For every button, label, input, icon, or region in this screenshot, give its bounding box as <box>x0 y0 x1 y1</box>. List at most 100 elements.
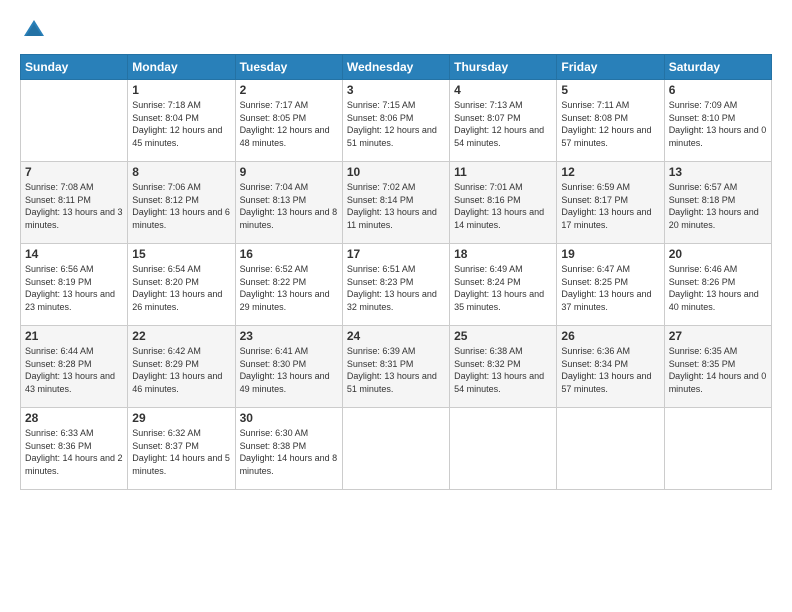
day-number: 24 <box>347 329 445 343</box>
day-number: 20 <box>669 247 767 261</box>
day-number: 29 <box>132 411 230 425</box>
day-number: 14 <box>25 247 123 261</box>
day-cell <box>450 408 557 490</box>
day-cell: 2 Sunrise: 7:17 AMSunset: 8:05 PMDaylight… <box>235 80 342 162</box>
day-number: 28 <box>25 411 123 425</box>
day-number: 7 <box>25 165 123 179</box>
day-number: 8 <box>132 165 230 179</box>
day-number: 6 <box>669 83 767 97</box>
calendar: SundayMondayTuesdayWednesdayThursdayFrid… <box>20 54 772 490</box>
day-cell: 8 Sunrise: 7:06 AMSunset: 8:12 PMDaylight… <box>128 162 235 244</box>
day-info: Sunrise: 6:59 AMSunset: 8:17 PMDaylight:… <box>561 181 659 231</box>
week-row-2: 7 Sunrise: 7:08 AMSunset: 8:11 PMDaylight… <box>21 162 772 244</box>
day-header-wednesday: Wednesday <box>342 55 449 80</box>
day-cell: 6 Sunrise: 7:09 AMSunset: 8:10 PMDaylight… <box>664 80 771 162</box>
day-header-sunday: Sunday <box>21 55 128 80</box>
day-number: 5 <box>561 83 659 97</box>
day-number: 17 <box>347 247 445 261</box>
day-cell: 16Sunrise: 6:52 AMSunset: 8:22 PMDayligh… <box>235 244 342 326</box>
day-cell: 17 Sunrise: 6:51 AMSunset: 8:23 PMDayligh… <box>342 244 449 326</box>
day-number: 22 <box>132 329 230 343</box>
day-cell: 22 Sunrise: 6:42 AMSunset: 8:29 PMDayligh… <box>128 326 235 408</box>
day-info: Sunrise: 7:04 AMSunset: 8:13 PMDaylight:… <box>240 181 338 231</box>
week-row-5: 28Sunrise: 6:33 AMSunset: 8:36 PMDayligh… <box>21 408 772 490</box>
day-cell: 15 Sunrise: 6:54 AMSunset: 8:20 PMDayligh… <box>128 244 235 326</box>
header <box>20 16 772 44</box>
day-cell: 26 Sunrise: 6:36 AMSunset: 8:34 PMDayligh… <box>557 326 664 408</box>
day-cell: 23 Sunrise: 6:41 AMSunset: 8:30 PMDayligh… <box>235 326 342 408</box>
day-cell: 25Sunrise: 6:38 AMSunset: 8:32 PMDayligh… <box>450 326 557 408</box>
day-number: 30 <box>240 411 338 425</box>
day-info: Sunrise: 7:09 AMSunset: 8:10 PMDaylight:… <box>669 99 767 149</box>
day-header-thursday: Thursday <box>450 55 557 80</box>
day-info: Sunrise: 6:36 AMSunset: 8:34 PMDaylight:… <box>561 345 659 395</box>
day-cell: 11Sunrise: 7:01 AMSunset: 8:16 PMDayligh… <box>450 162 557 244</box>
day-info: Sunrise: 7:06 AMSunset: 8:12 PMDaylight:… <box>132 181 230 231</box>
week-row-3: 14Sunrise: 6:56 AMSunset: 8:19 PMDayligh… <box>21 244 772 326</box>
day-cell: 28Sunrise: 6:33 AMSunset: 8:36 PMDayligh… <box>21 408 128 490</box>
day-info: Sunrise: 6:30 AMSunset: 8:38 PMDaylight:… <box>240 427 338 477</box>
day-cell <box>342 408 449 490</box>
day-cell: 24 Sunrise: 6:39 AMSunset: 8:31 PMDayligh… <box>342 326 449 408</box>
day-number: 23 <box>240 329 338 343</box>
day-info: Sunrise: 6:42 AMSunset: 8:29 PMDaylight:… <box>132 345 230 395</box>
day-info: Sunrise: 6:57 AMSunset: 8:18 PMDaylight:… <box>669 181 767 231</box>
day-number: 10 <box>347 165 445 179</box>
day-cell: 20 Sunrise: 6:46 AMSunset: 8:26 PMDayligh… <box>664 244 771 326</box>
day-cell <box>664 408 771 490</box>
day-number: 11 <box>454 165 552 179</box>
day-info: Sunrise: 7:08 AMSunset: 8:11 PMDaylight:… <box>25 181 123 231</box>
day-info: Sunrise: 6:38 AMSunset: 8:32 PMDaylight:… <box>454 345 552 395</box>
day-info: Sunrise: 6:52 AMSunset: 8:22 PMDaylight:… <box>240 263 338 313</box>
day-info: Sunrise: 7:17 AMSunset: 8:05 PMDaylight:… <box>240 99 338 149</box>
day-cell: 9 Sunrise: 7:04 AMSunset: 8:13 PMDaylight… <box>235 162 342 244</box>
day-cell: 18 Sunrise: 6:49 AMSunset: 8:24 PMDayligh… <box>450 244 557 326</box>
day-cell: 5 Sunrise: 7:11 AMSunset: 8:08 PMDaylight… <box>557 80 664 162</box>
logo <box>20 16 52 44</box>
day-cell: 21 Sunrise: 6:44 AMSunset: 8:28 PMDayligh… <box>21 326 128 408</box>
day-info: Sunrise: 6:47 AMSunset: 8:25 PMDaylight:… <box>561 263 659 313</box>
day-cell: 12Sunrise: 6:59 AMSunset: 8:17 PMDayligh… <box>557 162 664 244</box>
day-header-monday: Monday <box>128 55 235 80</box>
logo-icon <box>20 16 48 44</box>
day-info: Sunrise: 6:51 AMSunset: 8:23 PMDaylight:… <box>347 263 445 313</box>
day-cell <box>557 408 664 490</box>
day-cell: 3 Sunrise: 7:15 AMSunset: 8:06 PMDaylight… <box>342 80 449 162</box>
day-info: Sunrise: 6:44 AMSunset: 8:28 PMDaylight:… <box>25 345 123 395</box>
day-number: 3 <box>347 83 445 97</box>
day-number: 1 <box>132 83 230 97</box>
day-header-saturday: Saturday <box>664 55 771 80</box>
day-number: 4 <box>454 83 552 97</box>
day-info: Sunrise: 6:35 AMSunset: 8:35 PMDaylight:… <box>669 345 767 395</box>
day-number: 13 <box>669 165 767 179</box>
week-row-4: 21 Sunrise: 6:44 AMSunset: 8:28 PMDayligh… <box>21 326 772 408</box>
day-info: Sunrise: 6:41 AMSunset: 8:30 PMDaylight:… <box>240 345 338 395</box>
day-cell: 29Sunrise: 6:32 AMSunset: 8:37 PMDayligh… <box>128 408 235 490</box>
day-cell: 14Sunrise: 6:56 AMSunset: 8:19 PMDayligh… <box>21 244 128 326</box>
day-info: Sunrise: 6:39 AMSunset: 8:31 PMDaylight:… <box>347 345 445 395</box>
day-cell <box>21 80 128 162</box>
day-number: 15 <box>132 247 230 261</box>
day-info: Sunrise: 7:11 AMSunset: 8:08 PMDaylight:… <box>561 99 659 149</box>
day-number: 18 <box>454 247 552 261</box>
day-info: Sunrise: 6:54 AMSunset: 8:20 PMDaylight:… <box>132 263 230 313</box>
day-cell: 1 Sunrise: 7:18 AMSunset: 8:04 PMDaylight… <box>128 80 235 162</box>
day-info: Sunrise: 6:46 AMSunset: 8:26 PMDaylight:… <box>669 263 767 313</box>
day-number: 2 <box>240 83 338 97</box>
day-number: 9 <box>240 165 338 179</box>
day-number: 27 <box>669 329 767 343</box>
day-number: 19 <box>561 247 659 261</box>
page: SundayMondayTuesdayWednesdayThursdayFrid… <box>0 0 792 612</box>
day-info: Sunrise: 7:18 AMSunset: 8:04 PMDaylight:… <box>132 99 230 149</box>
day-number: 26 <box>561 329 659 343</box>
day-cell: 10 Sunrise: 7:02 AMSunset: 8:14 PMDayligh… <box>342 162 449 244</box>
day-number: 21 <box>25 329 123 343</box>
day-info: Sunrise: 7:02 AMSunset: 8:14 PMDaylight:… <box>347 181 445 231</box>
day-cell: 30 Sunrise: 6:30 AMSunset: 8:38 PMDayligh… <box>235 408 342 490</box>
day-cell: 13 Sunrise: 6:57 AMSunset: 8:18 PMDayligh… <box>664 162 771 244</box>
day-cell: 7 Sunrise: 7:08 AMSunset: 8:11 PMDaylight… <box>21 162 128 244</box>
day-info: Sunrise: 7:15 AMSunset: 8:06 PMDaylight:… <box>347 99 445 149</box>
day-info: Sunrise: 6:49 AMSunset: 8:24 PMDaylight:… <box>454 263 552 313</box>
day-header-tuesday: Tuesday <box>235 55 342 80</box>
day-cell: 4Sunrise: 7:13 AMSunset: 8:07 PMDaylight… <box>450 80 557 162</box>
